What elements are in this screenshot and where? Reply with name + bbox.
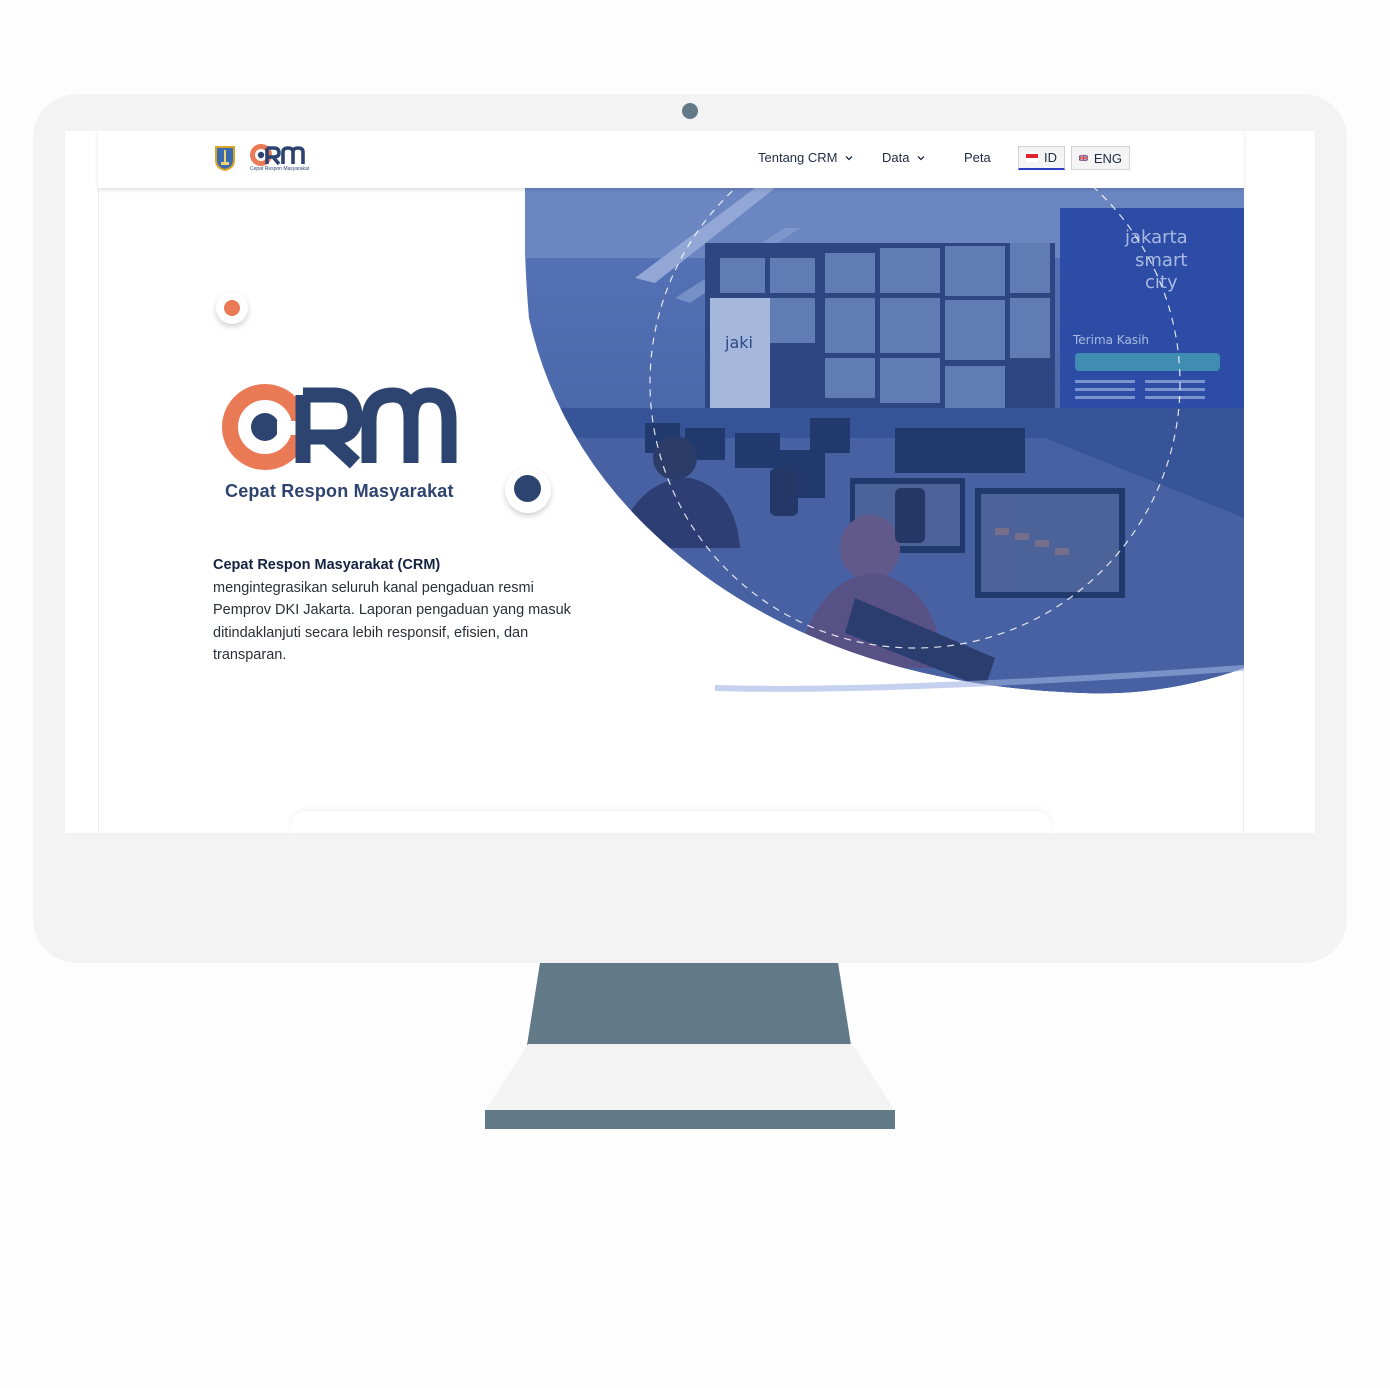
monitor-stand-base <box>485 1110 895 1129</box>
nav-item-label: Tentang CRM <box>758 150 838 165</box>
lang-button-id[interactable]: ID <box>1018 146 1065 170</box>
nav-item-data[interactable]: Data <box>882 150 925 165</box>
uk-flag-icon <box>1079 154 1088 162</box>
lang-label: ENG <box>1093 150 1122 166</box>
hero-control-room-image: jaki jakarta smart city Terima Kasih <box>525 188 1244 694</box>
dki-emblem-icon[interactable] <box>214 144 236 172</box>
nav-item-label: Data <box>882 150 910 165</box>
lang-label: ID <box>1044 150 1057 165</box>
camera-dot <box>682 103 698 119</box>
hero-description: Cepat Respon Masyarakat (CRM) mengintegr… <box>213 554 593 667</box>
hero-description-bold: Cepat Respon Masyarakat (CRM) <box>213 557 441 573</box>
decorative-dot-navy <box>505 467 551 513</box>
crm-hero-logo <box>222 384 457 470</box>
hero-description-text: mengintegrasikan seluruh kanal pengaduan… <box>213 579 571 664</box>
nav-item-peta[interactable]: Peta <box>964 150 991 165</box>
chevron-down-icon <box>846 155 853 160</box>
monitor-stand-mid <box>485 1044 895 1111</box>
indonesia-flag-icon <box>1026 153 1038 162</box>
crm-hero-subtitle: Cepat Respon Masyarakat <box>225 481 454 501</box>
nav-item-label: Peta <box>964 150 991 165</box>
monitor-stand-neck <box>527 963 851 1045</box>
chevron-down-icon <box>918 155 925 160</box>
decorative-dot-orange <box>216 292 248 324</box>
monitor-screen: Cepat Respon Masyarakat Tentang CRM Data… <box>65 131 1315 833</box>
nav-item-tentang-crm[interactable]: Tentang CRM <box>758 150 853 165</box>
content-card-peek <box>291 811 1051 833</box>
lang-button-eng[interactable]: ENG <box>1071 146 1130 170</box>
navbar: Cepat Respon Masyarakat Tentang CRM Data… <box>98 131 1244 188</box>
nav-logo-subtitle: Cepat Respon Masyarakat <box>250 166 310 172</box>
